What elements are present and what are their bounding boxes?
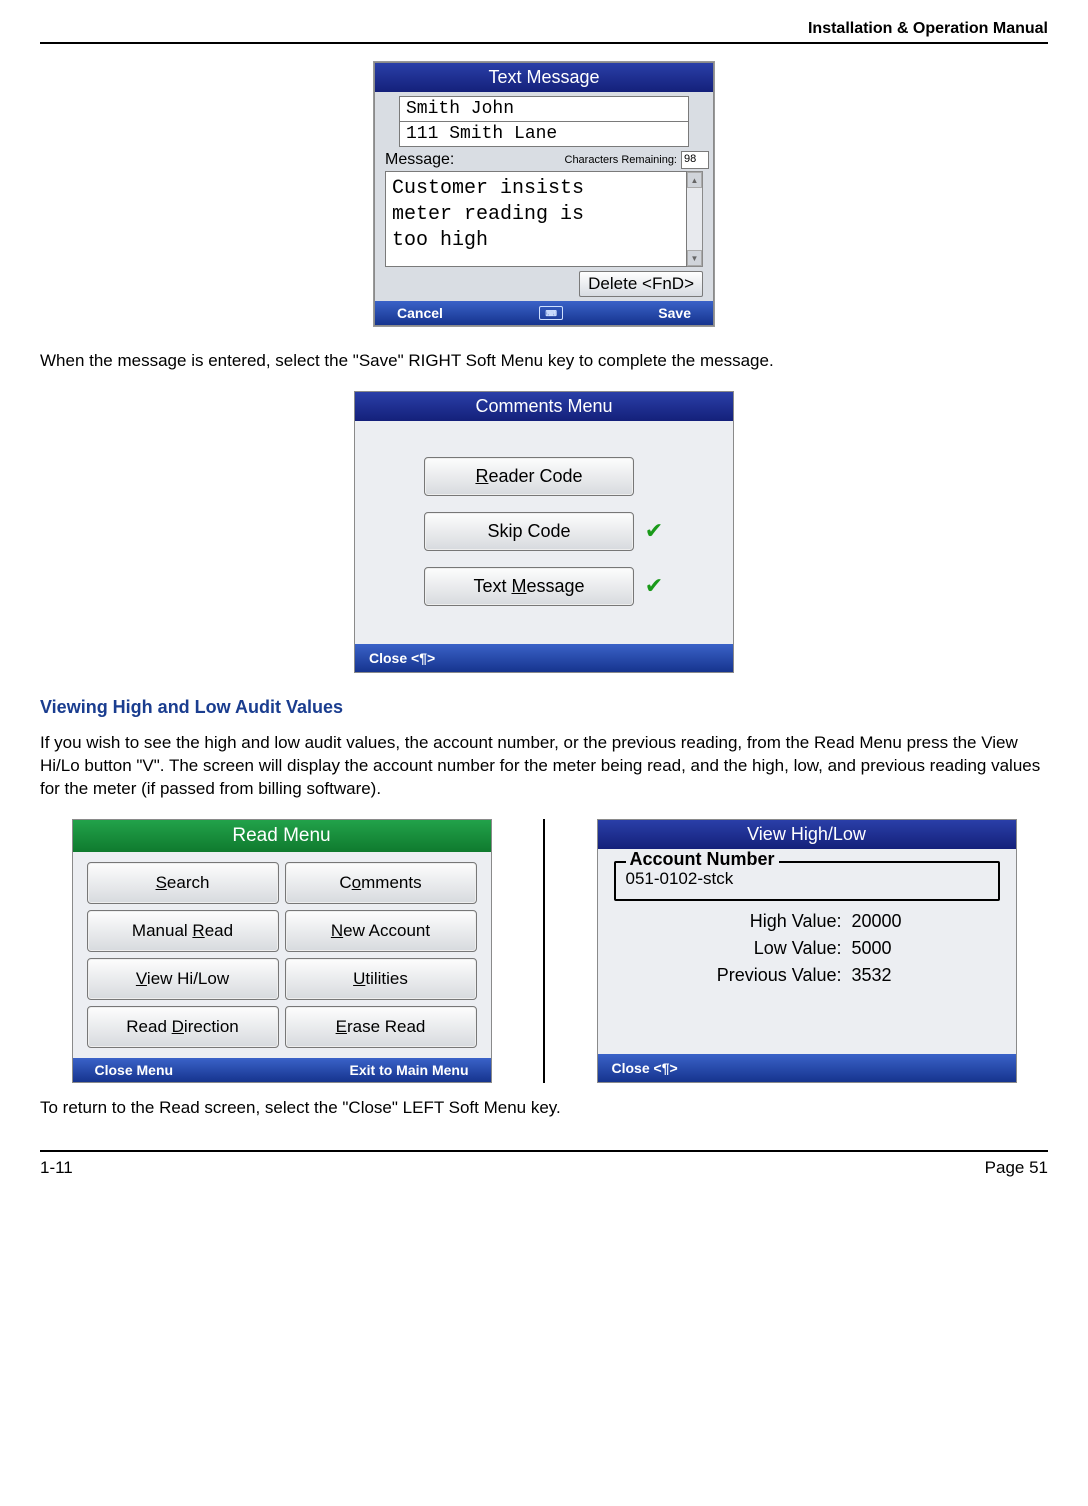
account-number-group: Account Number 051-0102-stck <box>614 861 1000 901</box>
message-label: Message: <box>385 151 454 169</box>
search-button[interactable]: Search <box>87 862 279 904</box>
low-value: 5000 <box>852 938 932 959</box>
title-bar: Comments Menu <box>355 392 733 421</box>
title-bar: View High/Low <box>598 820 1016 849</box>
message-row: Message: Characters Remaining: 98 <box>375 147 713 171</box>
page-header-title: Installation & Operation Manual <box>40 20 1048 42</box>
utilities-button[interactable]: Utilities <box>285 958 477 1000</box>
manual-read-button[interactable]: Manual Read <box>87 910 279 952</box>
message-textarea[interactable]: Customer insists meter reading is too hi… <box>385 171 687 267</box>
text-message-device: Text Message Smith John 111 Smith Lane M… <box>374 62 714 326</box>
read-menu-device: Read Menu Search Comments Manual Read Ne… <box>72 819 492 1083</box>
save-softkey[interactable]: Save <box>658 305 691 321</box>
view-highlow-device: View High/Low Account Number 051-0102-st… <box>597 819 1017 1083</box>
read-direction-button[interactable]: Read Direction <box>87 1006 279 1048</box>
exit-main-softkey[interactable]: Exit to Main Menu <box>350 1062 469 1078</box>
address-field: 111 Smith Lane <box>399 122 689 147</box>
chars-remaining-value: 98 <box>681 151 709 169</box>
high-value-label: High Value: <box>682 911 842 932</box>
checkmark-icon <box>644 463 664 489</box>
reader-code-button[interactable]: Reader Code <box>424 457 634 496</box>
close-softkey[interactable]: Close <¶> <box>355 644 733 672</box>
comments-menu-device: Comments Menu Reader Code Skip Code ✔ Te… <box>354 391 734 673</box>
scrollbar[interactable]: ▲ ▼ <box>687 171 703 267</box>
close-menu-softkey[interactable]: Close Menu <box>95 1062 174 1078</box>
previous-value-label: Previous Value: <box>682 965 842 986</box>
name-field: Smith John <box>399 96 689 122</box>
title-bar: Read Menu <box>73 820 491 852</box>
footer-left: 1-11 <box>40 1158 73 1178</box>
scroll-up-icon[interactable]: ▲ <box>687 172 702 188</box>
softkey-bar: Close Menu Exit to Main Menu <box>73 1058 491 1082</box>
paragraph-section2: If you wish to see the high and low audi… <box>40 732 1048 801</box>
keyboard-icon[interactable]: ⌨ <box>539 306 563 320</box>
text-message-button[interactable]: Text Message <box>424 567 634 606</box>
footer-right: Page 51 <box>985 1158 1048 1178</box>
previous-value: 3532 <box>852 965 932 986</box>
new-account-button[interactable]: New Account <box>285 910 477 952</box>
paragraph-2: To return to the Read screen, select the… <box>40 1097 1048 1120</box>
scroll-down-icon[interactable]: ▼ <box>687 250 702 266</box>
low-value-label: Low Value: <box>682 938 842 959</box>
chars-remaining-label: Characters Remaining: <box>565 154 678 166</box>
softkey-bar: Cancel ⌨ Save <box>375 301 713 325</box>
section-heading: Viewing High and Low Audit Values <box>40 697 1048 718</box>
vertical-divider <box>543 819 545 1083</box>
paragraph-1: When the message is entered, select the … <box>40 350 1048 373</box>
comments-button[interactable]: Comments <box>285 862 477 904</box>
high-value: 20000 <box>852 911 932 932</box>
account-number-legend: Account Number <box>626 849 779 870</box>
title-bar: Text Message <box>375 63 713 92</box>
skip-code-button[interactable]: Skip Code <box>424 512 634 551</box>
checkmark-icon: ✔ <box>644 573 664 599</box>
delete-button[interactable]: Delete <FnD> <box>579 271 703 297</box>
cancel-softkey[interactable]: Cancel <box>397 305 443 321</box>
view-hilow-button[interactable]: View Hi/Low <box>87 958 279 1000</box>
top-rule <box>40 42 1048 44</box>
checkmark-icon: ✔ <box>644 518 664 544</box>
account-number-value: 051-0102-stck <box>626 869 988 889</box>
close-softkey[interactable]: Close <¶> <box>598 1054 1016 1082</box>
erase-read-button[interactable]: Erase Read <box>285 1006 477 1048</box>
